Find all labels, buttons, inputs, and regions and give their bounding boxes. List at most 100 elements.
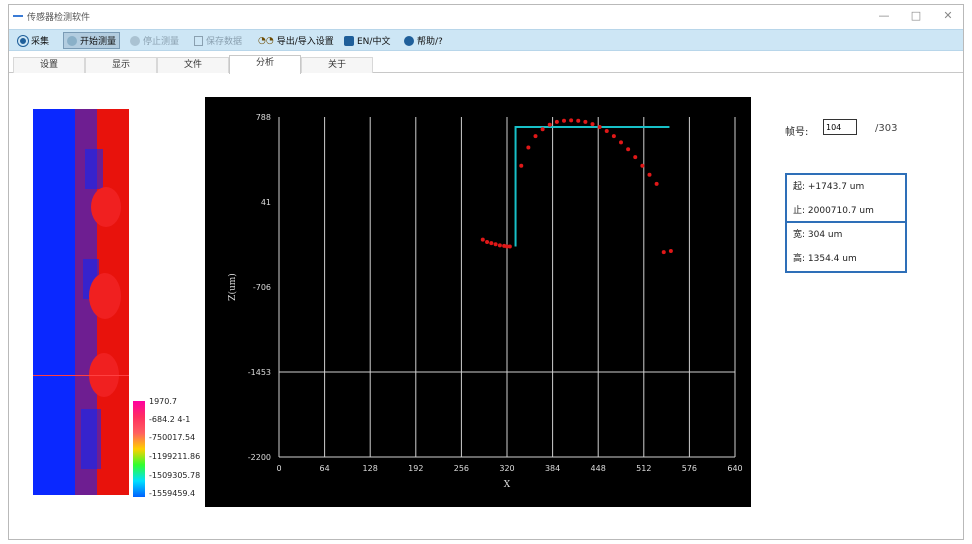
- save-data-label: 保存数据: [206, 37, 243, 47]
- maximize-icon[interactable]: □: [901, 8, 931, 24]
- profile-point: [647, 172, 652, 177]
- y-tick-label: 41: [261, 198, 271, 207]
- save-data-button[interactable]: 保存数据: [191, 32, 245, 49]
- play-icon: [67, 35, 77, 46]
- profile-point: [485, 239, 490, 244]
- language-button[interactable]: EN/中文: [341, 32, 393, 49]
- tab-bar: 设置 显示 文件 分析 关于: [9, 55, 963, 74]
- profile-point: [562, 118, 566, 123]
- profile-point: [626, 147, 631, 152]
- x-axis-label: X: [504, 480, 511, 490]
- analysis-panel: 1970.7 -684.2 4-1 -750017.54 -1199211.86…: [9, 75, 963, 541]
- x-tick-label: 192: [408, 464, 423, 473]
- profile-point: [540, 127, 545, 132]
- profile-point: [547, 122, 552, 127]
- height-value: 高: 1354.4 um: [793, 254, 857, 264]
- range-box: 起: +1743.7 um 止: 2000710.7 um: [785, 173, 907, 225]
- close-icon[interactable]: ✕: [933, 8, 963, 24]
- y-tick-label: -706: [253, 283, 271, 292]
- export-import-button[interactable]: ◔◔ 导出/导入设置: [255, 32, 337, 49]
- frame-total: /303: [875, 123, 898, 134]
- profile-point: [526, 145, 531, 150]
- profile-point: [519, 163, 524, 168]
- measurement-bracket: [514, 126, 670, 247]
- profile-heatmap[interactable]: [33, 109, 129, 495]
- y-tick-label: -2200: [248, 453, 271, 462]
- gear-icon: [18, 35, 28, 46]
- profile-point: [493, 242, 498, 247]
- tab-file[interactable]: 文件: [157, 57, 229, 73]
- y-tick-label: -1453: [248, 368, 271, 377]
- colorbar-label: -684.2 4-1: [149, 415, 191, 424]
- profile-point: [489, 241, 494, 246]
- x-tick-label: 512: [636, 464, 651, 473]
- end-value: 止: 2000710.7 um: [793, 206, 874, 216]
- x-tick-label: 256: [454, 464, 469, 473]
- tab-display[interactable]: 显示: [85, 57, 157, 73]
- save-icon: [194, 35, 203, 46]
- start-value: 起: +1743.7 um: [793, 182, 865, 192]
- profile-point: [640, 163, 645, 168]
- title-bar: 传感器检测软件 — □ ✕: [9, 5, 963, 27]
- profile-point: [497, 243, 502, 248]
- language-icon: [344, 35, 354, 46]
- help-label: 帮助/?: [417, 37, 443, 47]
- x-tick-label: 640: [727, 464, 742, 473]
- profile-point: [619, 140, 623, 145]
- minimize-icon[interactable]: —: [869, 8, 899, 24]
- colorbar-label: 1970.7: [149, 397, 177, 406]
- profile-point: [590, 122, 595, 127]
- help-icon: [404, 35, 414, 46]
- app-icon: [13, 15, 23, 17]
- export-import-label: 导出/导入设置: [276, 37, 334, 47]
- y-axis-label: Z(um): [227, 273, 238, 301]
- x-tick-label: 64: [320, 464, 330, 473]
- start-measure-button[interactable]: 开始测量: [63, 32, 121, 49]
- language-label: EN/中文: [357, 37, 391, 47]
- capture-label: 采集: [31, 37, 50, 47]
- heatmap-noise-band: [85, 149, 103, 189]
- heatmap-red-region: [75, 109, 129, 495]
- heatmap-cursor-line[interactable]: [33, 375, 129, 376]
- help-button[interactable]: 帮助/?: [401, 32, 446, 49]
- x-tick-label: 320: [499, 464, 514, 473]
- toolbar: 采集 开始测量 停止测量 保存数据 ◔◔ 导出/导入设置 EN/中文 帮助/?: [9, 29, 963, 51]
- frame-label: 帧号:: [785, 127, 809, 138]
- y-tick-label: 788: [256, 113, 271, 122]
- capture-button[interactable]: 采集: [15, 32, 52, 49]
- profile-point: [480, 237, 485, 242]
- profile-point: [633, 155, 638, 160]
- profile-point: [507, 244, 512, 249]
- x-tick-label: 0: [276, 464, 281, 473]
- heatmap-lump: [91, 187, 121, 227]
- glasses-icon: ◔◔: [258, 35, 274, 46]
- profile-point: [533, 134, 538, 139]
- stop-measure-label: 停止测量: [143, 37, 180, 47]
- colorbar-label: -1559459.4: [149, 489, 196, 498]
- colorbar-label: -750017.54: [149, 433, 196, 442]
- x-tick-label: 128: [363, 464, 378, 473]
- profile-point: [654, 181, 659, 186]
- size-box: 宽: 304 um 高: 1354.4 um: [785, 221, 907, 273]
- profile-point: [583, 119, 588, 124]
- profile-point: [661, 250, 666, 255]
- profile-point: [597, 125, 602, 130]
- tab-about[interactable]: 关于: [301, 57, 373, 73]
- tab-analysis[interactable]: 分析: [229, 55, 301, 74]
- width-value: 宽: 304 um: [793, 230, 843, 240]
- heatmap-lump: [89, 273, 121, 319]
- x-tick-label: 448: [591, 464, 606, 473]
- frame-number-input[interactable]: [823, 119, 857, 135]
- profile-point: [554, 119, 559, 124]
- colorbar-label: -1509305.78: [149, 471, 201, 480]
- window-title: 传感器检测软件: [27, 13, 91, 23]
- profile-point: [604, 128, 609, 133]
- profile-point: [576, 118, 581, 123]
- profile-point: [668, 249, 673, 254]
- profile-point: [569, 118, 574, 123]
- profile-chart[interactable]: 0 64 128 192 256 320 384 448 512 576 640 788 41 -706 -…: [205, 97, 751, 507]
- stop-measure-button[interactable]: 停止测量: [127, 32, 182, 49]
- tab-settings[interactable]: 设置: [13, 57, 85, 73]
- app-window: 传感器检测软件 — □ ✕ 采集 开始测量 停止测量 保存数据 ◔◔ 导出/导入…: [8, 4, 964, 540]
- x-tick-label: 384: [545, 464, 560, 473]
